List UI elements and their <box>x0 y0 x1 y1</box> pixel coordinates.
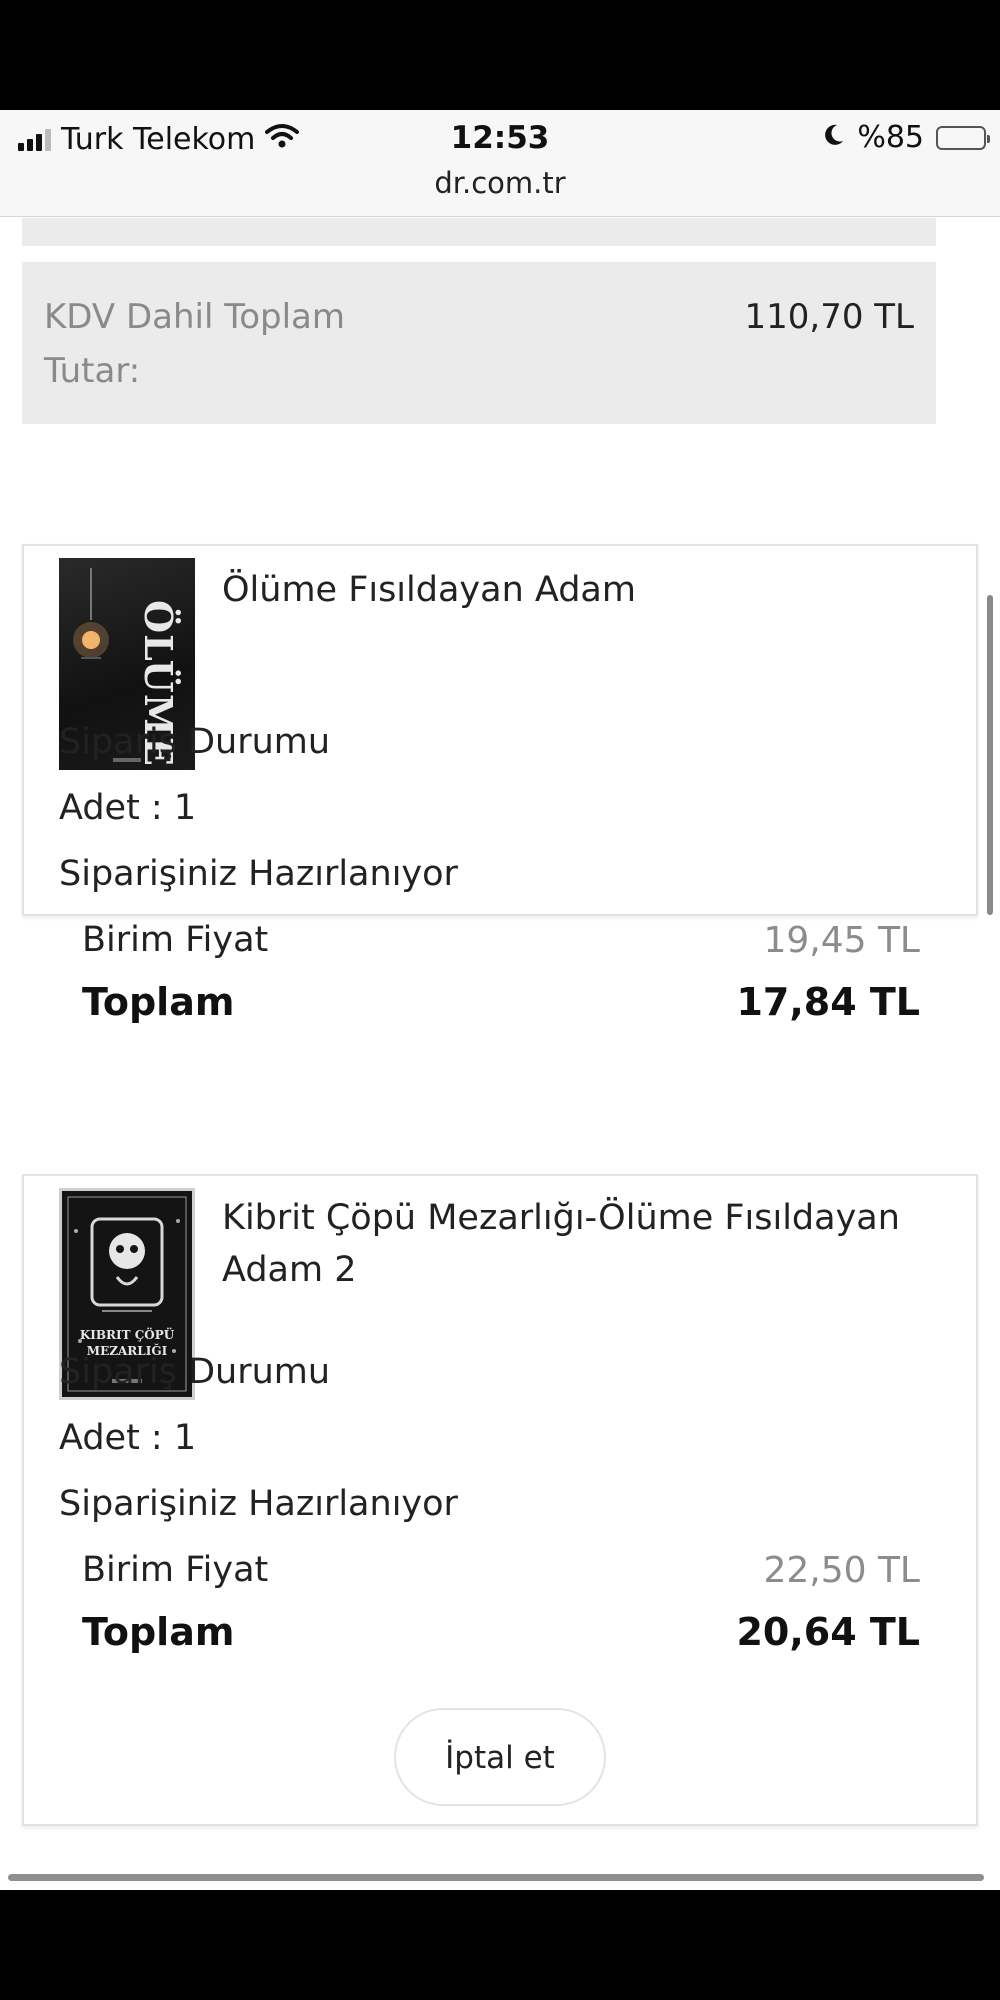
order-status-heading: Sipariş Durumu <box>59 1352 331 1392</box>
summary-total-row: KDV Dahil Toplam Tutar: 110,70 TL <box>22 262 936 424</box>
order-quantity: Adet : 1 <box>59 788 197 828</box>
unit-price-value: 19,45 TL <box>763 920 920 961</box>
total-value: 110,70 TL <box>744 297 915 337</box>
status-right: %85 <box>823 120 990 155</box>
product-title[interactable]: Kibrit Çöpü Mezarlığı-Ölüme Fısıldayan A… <box>222 1192 942 1296</box>
order-total-value: 17,84 TL <box>736 980 920 1024</box>
order-total-label: Toplam <box>82 980 235 1024</box>
unit-price-label: Birim Fiyat <box>82 1550 269 1590</box>
order-quantity: Adet : 1 <box>59 1418 197 1458</box>
unit-price-label: Birim Fiyat <box>82 920 269 960</box>
address-bar-url[interactable]: dr.com.tr <box>0 166 1000 200</box>
top-black-bar <box>0 0 1000 110</box>
unit-price-value: 22,50 TL <box>763 1550 920 1591</box>
horizontal-scrollbar[interactable] <box>8 1874 984 1881</box>
screen: Turk Telekom 12:53 %85 dr.com.tr KDV Dah… <box>0 110 1000 1890</box>
bottom-black-bar <box>0 1890 1000 2000</box>
order-status: Siparişiniz Hazırlanıyor <box>59 854 458 894</box>
summary-row-partial <box>22 218 936 246</box>
vertical-scrollbar[interactable] <box>987 595 993 915</box>
cancel-order-button[interactable]: İptal et <box>394 1708 606 1806</box>
order-card: KIBRIT ÇÖPÜ MEZARLIĞI Kibrit Çöpü Mezarl… <box>22 1174 978 1826</box>
order-card: ÖLÜME Ölüme Fısıldayan Adam Sipariş Duru… <box>22 544 978 1024</box>
battery-icon <box>936 125 990 150</box>
order-status: Siparişiniz Hazırlanıyor <box>59 1484 458 1524</box>
status-bar: Turk Telekom 12:53 %85 dr.com.tr <box>0 110 1000 217</box>
order-total-value: 20,64 TL <box>736 1610 920 1654</box>
order-total-label: Toplam <box>82 1610 235 1654</box>
order-status-heading: Sipariş Durumu <box>59 722 331 762</box>
product-title[interactable]: Ölüme Fısıldayan Adam <box>222 564 942 616</box>
total-label: KDV Dahil Toplam Tutar: <box>44 297 345 391</box>
battery-percent: %85 <box>857 120 924 155</box>
moon-icon <box>823 120 845 155</box>
